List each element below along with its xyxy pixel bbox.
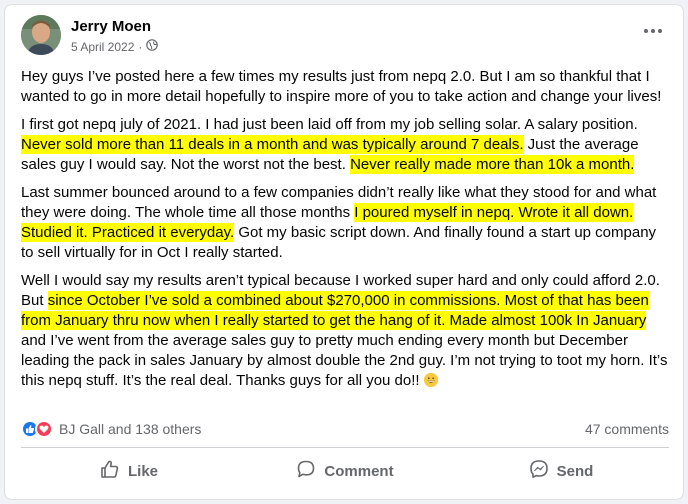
comments-count[interactable]: 47 comments bbox=[585, 421, 669, 437]
post-actions: Like Comment Send bbox=[21, 451, 669, 491]
post-date[interactable]: 5 April 2022 bbox=[71, 40, 134, 54]
comment-button[interactable]: Comment bbox=[237, 451, 453, 491]
highlighted-text: Never sold more than 11 deals in a month… bbox=[21, 135, 524, 154]
grinning-emoji-icon bbox=[423, 373, 438, 387]
post-paragraph: I first got nepq july of 2021. I had jus… bbox=[21, 115, 669, 175]
post-paragraph: Well I would say my results aren’t typic… bbox=[21, 271, 669, 391]
post-body: Hey guys I’ve posted here a few times my… bbox=[21, 67, 669, 399]
author-name[interactable]: Jerry Moen bbox=[71, 18, 151, 35]
post-text: Hey guys I’ve posted here a few times my… bbox=[21, 68, 662, 105]
author-avatar[interactable] bbox=[21, 15, 61, 55]
post-paragraph: Hey guys I’ve posted here a few times my… bbox=[21, 67, 669, 107]
like-label: Like bbox=[127, 462, 158, 480]
comment-label: Comment bbox=[324, 462, 394, 480]
like-button[interactable]: Like bbox=[21, 451, 237, 491]
highlighted-text: Never really made more than 10k a month. bbox=[350, 155, 635, 174]
post-header: Jerry Moen 5 April 2022 · bbox=[21, 15, 669, 59]
actions-divider bbox=[21, 447, 669, 448]
love-reaction-icon bbox=[35, 420, 53, 438]
reaction-icons[interactable] bbox=[21, 420, 53, 438]
post-paragraph: Last summer bounced around to a few comp… bbox=[21, 183, 669, 263]
more-options-icon[interactable] bbox=[637, 19, 669, 43]
reactions-summary[interactable]: BJ Gall and 138 others bbox=[59, 421, 201, 437]
send-button[interactable]: Send bbox=[453, 451, 669, 491]
thumbs-up-icon bbox=[100, 459, 120, 483]
post-text: I first got nepq july of 2021. I had jus… bbox=[21, 116, 638, 133]
reactions-bar: BJ Gall and 138 others 47 comments bbox=[21, 419, 669, 439]
comment-icon bbox=[296, 459, 316, 483]
send-label: Send bbox=[556, 462, 594, 480]
post-card: Jerry Moen 5 April 2022 · Hey guys I’ve … bbox=[4, 4, 684, 500]
globe-icon bbox=[146, 39, 159, 54]
meta-separator: · bbox=[138, 39, 143, 54]
messenger-icon bbox=[529, 459, 549, 483]
highlighted-text: since October I’ve sold a combined about… bbox=[21, 291, 649, 330]
post-text: and I’ve went from the average sales guy… bbox=[21, 332, 668, 389]
post-meta: 5 April 2022 · bbox=[71, 39, 159, 54]
